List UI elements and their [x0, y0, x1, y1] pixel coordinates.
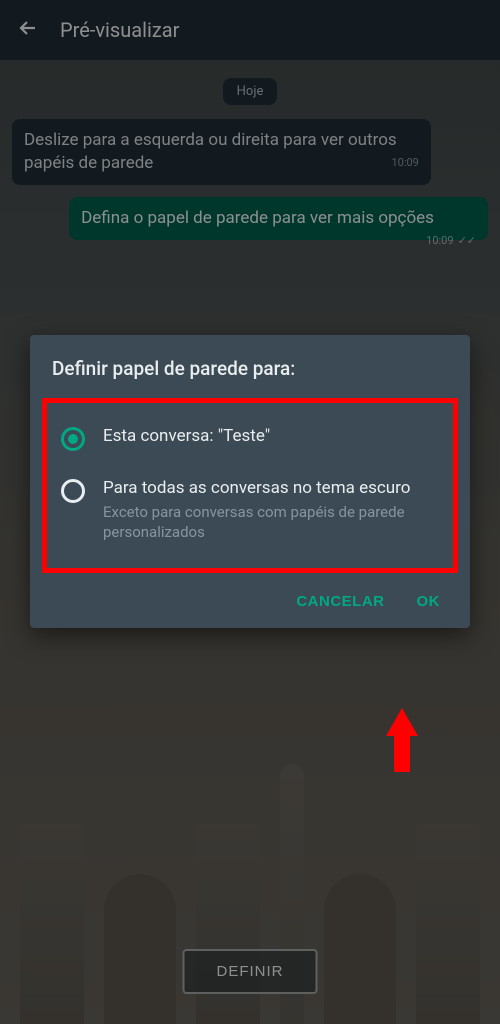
options-highlight-box: Esta conversa: "Teste" Para todas as con…: [42, 398, 458, 573]
option-this-chat-label: Esta conversa: "Teste": [103, 425, 439, 448]
cancel-button[interactable]: CANCELAR: [296, 593, 384, 610]
radio-selected-icon: [61, 427, 85, 451]
option-this-chat[interactable]: Esta conversa: "Teste": [57, 417, 443, 459]
radio-unselected-icon: [61, 479, 85, 503]
set-wallpaper-dialog: Definir papel de parede para: Esta conve…: [30, 335, 470, 628]
ok-button[interactable]: OK: [417, 593, 441, 610]
dialog-actions: CANCELAR OK: [52, 581, 448, 616]
option-all-chats-label: Para todas as conversas no tema escuro: [103, 477, 439, 500]
dialog-title: Definir papel de parede para:: [52, 357, 448, 380]
wallpaper-preview-screen: Pré-visualizar Hoje Deslize para a esque…: [0, 0, 500, 1024]
option-all-chats[interactable]: Para todas as conversas no tema escuro E…: [57, 469, 443, 550]
option-all-chats-sub: Exceto para conversas com papéis de pare…: [103, 502, 439, 543]
arrow-annotation-icon: [378, 700, 426, 780]
